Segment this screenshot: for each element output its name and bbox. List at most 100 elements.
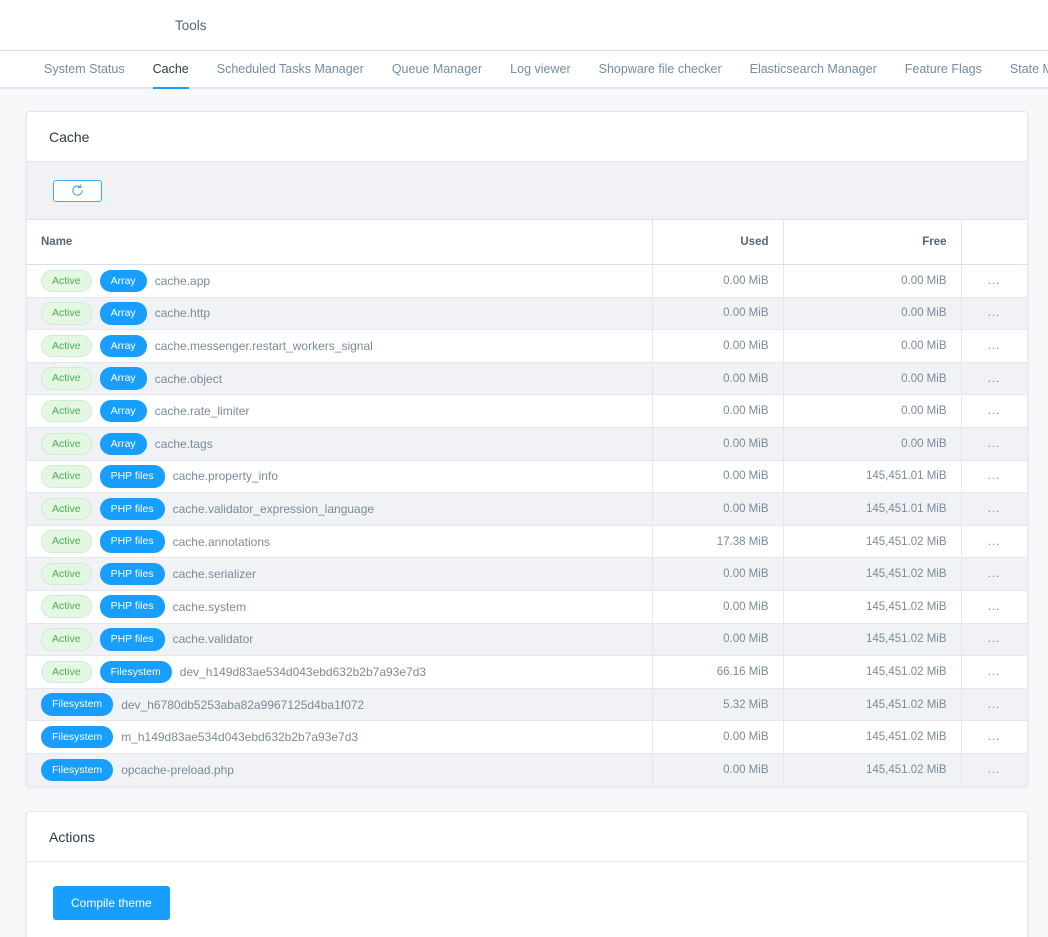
status-badge: Active: [41, 530, 92, 553]
cell-free: 0.00 MiB: [783, 264, 962, 298]
tab-queue-manager[interactable]: Queue Manager: [378, 51, 496, 87]
status-badge: Active: [41, 562, 92, 586]
cell-used: 0.00 MiB: [652, 623, 784, 657]
name-cell: Active PHP files cache.validator_expressio…: [41, 497, 638, 521]
row-context-menu-button[interactable]: ...: [961, 720, 1027, 754]
column-header-free[interactable]: Free: [783, 220, 962, 265]
row-context-menu-button[interactable]: ...: [961, 362, 1027, 396]
type-badge: Filesystem: [41, 725, 114, 749]
cell-name: Active Array cache.http: [27, 297, 653, 331]
cell-free: 145,451.02 MiB: [783, 688, 962, 722]
cache-table-body: Active Array cache.app 0.00 MiB 0.00 MiB... A…: [27, 264, 1027, 786]
cache-pool-name: opcache-preload.php: [121, 762, 234, 777]
type-badge: Array: [99, 367, 147, 390]
app-title: Tools: [175, 17, 207, 33]
row-context-menu-button[interactable]: ...: [961, 394, 1027, 428]
table-row: Filesystem m_h149d83ae534d043ebd632b2b7a9…: [27, 720, 1027, 754]
name-cell: Active PHP files cache.annotations: [41, 530, 638, 553]
tab-cache[interactable]: Cache: [139, 51, 203, 89]
row-context-menu-button[interactable]: ...: [961, 460, 1027, 494]
cell-free: 0.00 MiB: [783, 297, 962, 331]
row-context-menu-button[interactable]: ...: [961, 297, 1027, 331]
cache-pool-name: cache.annotations: [172, 534, 270, 549]
cache-pool-name: m_h149d83ae534d043ebd632b2b7a93e7d3: [121, 730, 359, 745]
cache-table: Name Used Free Active Array cache.app 0.00 …: [27, 220, 1027, 786]
name-cell: Filesystem opcache-preload.php: [41, 758, 638, 782]
cache-pool-name: cache.system: [172, 599, 246, 614]
cache-pool-name: cache.object: [154, 371, 223, 386]
name-cell: Filesystem dev_h6780db5253aba82a9967125d4…: [41, 693, 638, 716]
name-cell: Active PHP files cache.system: [41, 595, 638, 618]
cell-free: 145,451.02 MiB: [783, 655, 962, 689]
cell-used: 5.32 MiB: [652, 688, 784, 722]
row-context-menu-button[interactable]: ...: [961, 655, 1027, 689]
tab-label: Elasticsearch Manager: [749, 62, 877, 76]
cell-free: 0.00 MiB: [783, 427, 962, 461]
type-badge: Array: [99, 334, 147, 358]
cell-name: Active Filesystem dev_h149d83ae534d043ebd6…: [27, 655, 653, 689]
row-context-menu-button[interactable]: ...: [961, 623, 1027, 657]
status-badge: Active: [41, 432, 92, 456]
row-context-menu-button[interactable]: ...: [961, 427, 1027, 461]
cache-pool-name: cache.messenger.restart_workers_signal: [154, 338, 373, 353]
actions-card-body: Compile theme: [27, 862, 1027, 937]
tab-log-viewer[interactable]: Log viewer: [496, 51, 584, 87]
cell-free: 145,451.01 MiB: [783, 460, 962, 494]
cell-name: Active PHP files cache.property_info: [27, 460, 653, 494]
cell-name: Filesystem opcache-preload.php: [27, 753, 653, 786]
tab-state-machine-viewer[interactable]: State Machine Viewer: [996, 51, 1048, 87]
type-badge: Array: [99, 302, 147, 325]
cell-used: 0.00 MiB: [652, 753, 784, 786]
name-cell: Active Array cache.object: [41, 367, 638, 390]
table-row: Active Array cache.rate_limiter 0.00 MiB 0.0…: [27, 394, 1027, 428]
type-badge: PHP files: [99, 595, 165, 618]
cell-free: 0.00 MiB: [783, 362, 962, 396]
tab-scheduled-tasks-manager[interactable]: Scheduled Tasks Manager: [203, 51, 378, 87]
row-context-menu-button[interactable]: ...: [961, 590, 1027, 624]
type-badge: Filesystem: [99, 660, 172, 684]
status-badge: Active: [41, 334, 92, 358]
tab-feature-flags[interactable]: Feature Flags: [891, 51, 996, 87]
tab-bar: System Status Cache Scheduled Tasks Manage…: [0, 51, 1048, 89]
cell-used: 0.00 MiB: [652, 590, 784, 624]
tab-label: Cache: [152, 62, 189, 76]
cache-pool-name: cache.validator_expression_language: [172, 501, 375, 516]
cell-used: 0.00 MiB: [652, 264, 784, 298]
column-header-name[interactable]: Name: [27, 220, 653, 265]
cache-pool-name: cache.property_info: [172, 469, 278, 484]
tab-system-status[interactable]: System Status: [30, 51, 139, 87]
row-context-menu-button[interactable]: ...: [961, 753, 1027, 786]
tab-elasticsearch-manager[interactable]: Elasticsearch Manager: [736, 51, 891, 87]
cell-used: 0.00 MiB: [652, 362, 784, 396]
table-row: Active PHP files cache.validator 0.00 MiB 14…: [27, 623, 1027, 657]
tab-shopware-file-checker[interactable]: Shopware file checker: [585, 51, 736, 87]
row-context-menu-button[interactable]: ...: [961, 329, 1027, 363]
table-row: Active PHP files cache.serializer 0.00 MiB 1…: [27, 557, 1027, 591]
column-header-used[interactable]: Used: [652, 220, 784, 265]
table-row: Active Array cache.tags 0.00 MiB 0.00 MiB...: [27, 427, 1027, 461]
cache-pool-name: cache.tags: [154, 436, 213, 451]
type-badge: PHP files: [99, 562, 165, 586]
cell-used: 0.00 MiB: [652, 460, 784, 494]
cell-free: 145,451.02 MiB: [783, 753, 962, 786]
name-cell: Active Array cache.app: [41, 269, 638, 293]
type-badge: Filesystem: [41, 758, 114, 782]
cache-card-title: Cache: [27, 112, 1027, 162]
cache-pool-name: cache.serializer: [172, 567, 256, 582]
cell-used: 0.00 MiB: [652, 329, 784, 363]
column-header-menu: [961, 220, 1027, 265]
type-badge: Array: [99, 269, 147, 293]
row-context-menu-button[interactable]: ...: [961, 525, 1027, 559]
cache-toolbar: [27, 162, 1027, 220]
cache-pool-name: dev_h6780db5253aba82a9967125d4ba1f072: [121, 697, 365, 712]
cell-name: Filesystem m_h149d83ae534d043ebd632b2b7a9…: [27, 720, 653, 754]
compile-theme-button[interactable]: Compile theme: [53, 886, 170, 920]
table-row: Active PHP files cache.property_info 0.00 M…: [27, 460, 1027, 494]
row-context-menu-button[interactable]: ...: [961, 492, 1027, 526]
row-context-menu-button[interactable]: ...: [961, 688, 1027, 722]
row-context-menu-button[interactable]: ...: [961, 557, 1027, 591]
cache-card: Cache Name Used Free Active Array cache.…: [26, 111, 1028, 787]
cell-used: 0.00 MiB: [652, 492, 784, 526]
refresh-button[interactable]: [53, 179, 102, 202]
row-context-menu-button[interactable]: ...: [961, 264, 1027, 298]
